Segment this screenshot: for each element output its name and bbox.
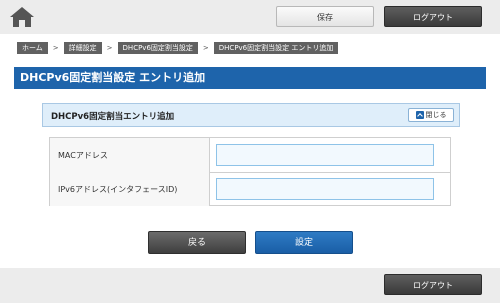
breadcrumb-separator: > (106, 44, 113, 52)
chevron-up-icon (415, 111, 424, 119)
label-cell: MACアドレス (50, 138, 210, 172)
breadcrumb: ホーム > 詳細設定 > DHCPv6固定割当設定 > DHCPv6固定割当設定… (17, 42, 339, 54)
ipv6-label: IPv6アドレス(インタフェースID) (58, 185, 178, 194)
breadcrumb-home[interactable]: ホーム (17, 42, 48, 54)
close-button[interactable]: 閉じる (408, 108, 454, 122)
top-bar: 保存 ログアウト (0, 0, 500, 34)
panel-header: DHCPv6固定割当エントリ追加 閉じる (42, 103, 460, 127)
mac-address-input[interactable] (216, 144, 434, 166)
page-title: DHCPv6固定割当設定 エントリ追加 (14, 67, 486, 89)
bottom-bar: ログアウト (0, 268, 500, 303)
logout-button-bottom[interactable]: ログアウト (384, 274, 482, 295)
ipv6-interface-id-input[interactable] (216, 178, 434, 200)
entry-form: MACアドレス IPv6アドレス(インタフェースID) (49, 137, 451, 206)
home-icon[interactable] (9, 6, 35, 28)
breadcrumb-separator: > (202, 44, 209, 52)
set-button[interactable]: 設定 (255, 231, 353, 254)
logout-button[interactable]: ログアウト (384, 6, 482, 27)
breadcrumb-current: DHCPv6固定割当設定 エントリ追加 (213, 42, 339, 54)
mac-label: MACアドレス (58, 151, 108, 160)
breadcrumb-advanced-settings[interactable]: 詳細設定 (63, 42, 102, 54)
back-button[interactable]: 戻る (148, 231, 246, 254)
panel-title: DHCPv6固定割当エントリ追加 (51, 112, 175, 122)
form-row-mac: MACアドレス (50, 138, 450, 173)
save-button[interactable]: 保存 (276, 6, 374, 27)
breadcrumb-dhcpv6-fixed[interactable]: DHCPv6固定割当設定 (117, 42, 198, 54)
form-row-ipv6: IPv6アドレス(インタフェースID) (50, 172, 450, 206)
label-cell: IPv6アドレス(インタフェースID) (50, 172, 210, 206)
close-label: 閉じる (425, 111, 447, 119)
breadcrumb-separator: > (52, 44, 59, 52)
